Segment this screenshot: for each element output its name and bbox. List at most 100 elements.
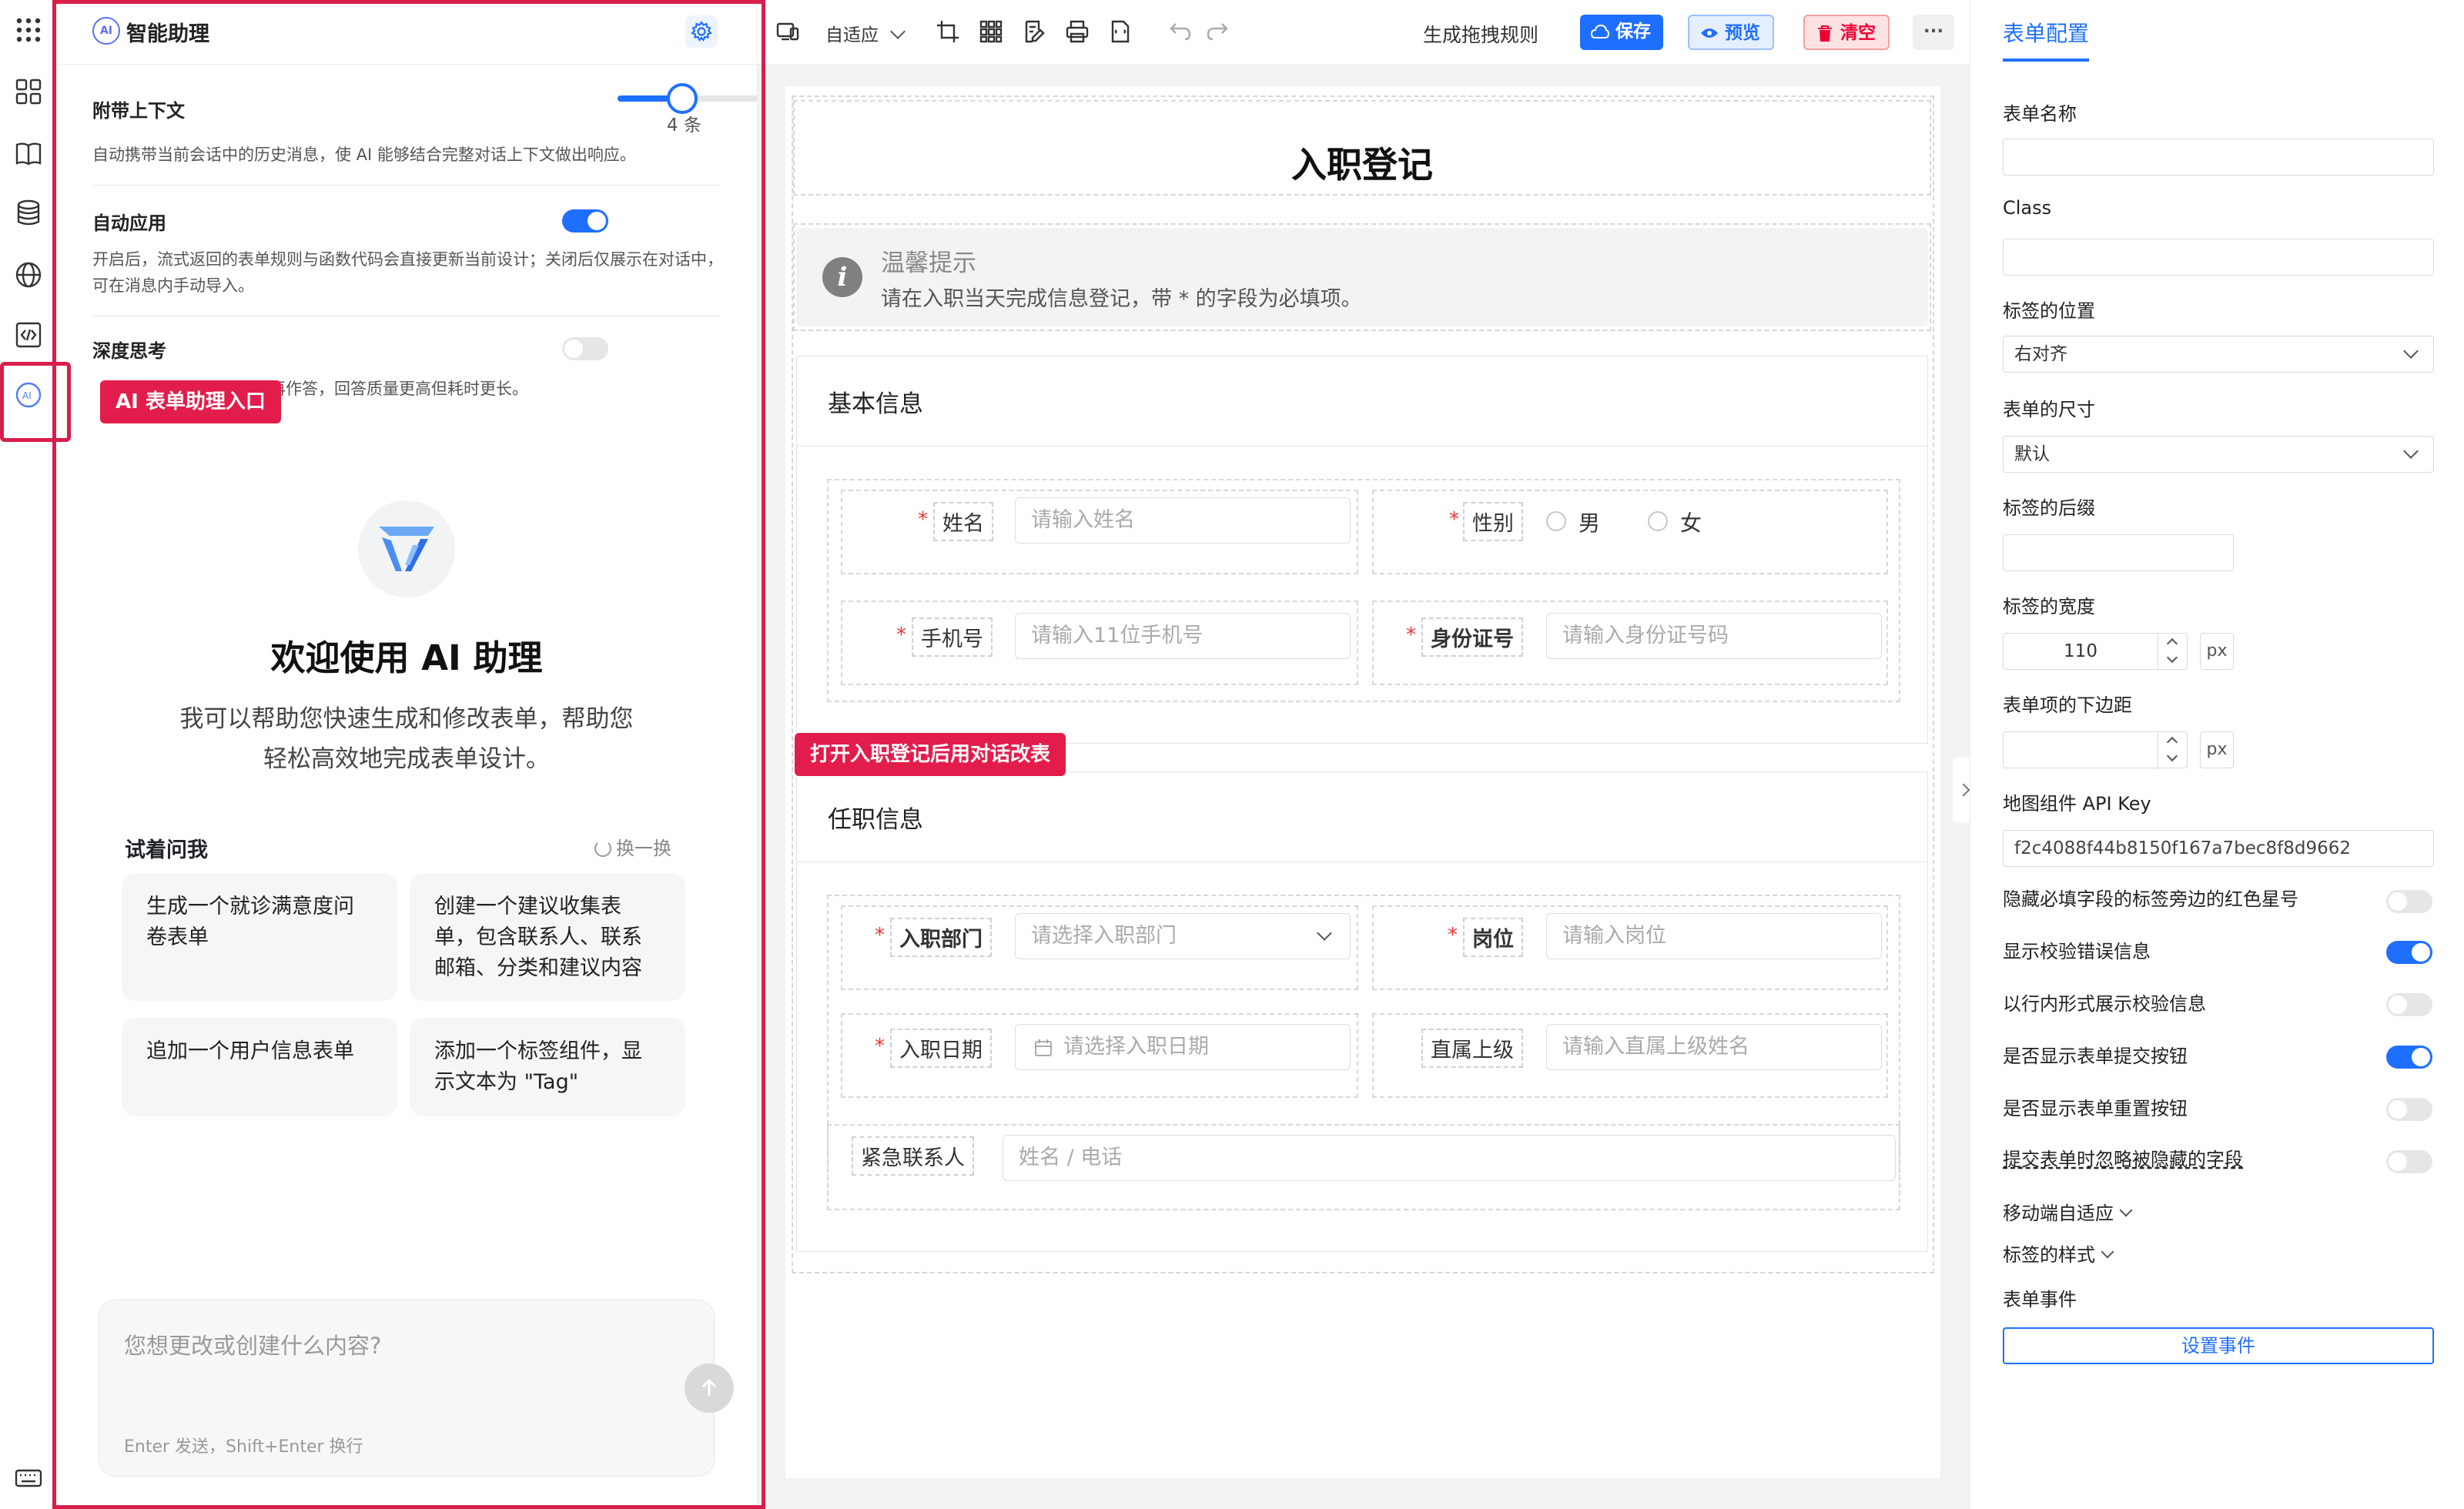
ignore-hidden-toggle[interactable] (2386, 1150, 2432, 1173)
clear-button[interactable]: 清空 (1803, 15, 1890, 50)
grid-dots-icon[interactable] (14, 15, 43, 45)
post-label: 岗位 (1463, 918, 1523, 957)
suggestion-card[interactable]: 创建一个建议收集表单，包含联系人、联系邮箱、分类和建议内容 (410, 873, 685, 1001)
keyboard-icon[interactable] (14, 1463, 43, 1492)
date-picker[interactable]: 请选择入职日期 (1015, 1024, 1351, 1070)
hide-required-star-toggle[interactable] (2386, 890, 2432, 913)
set-events-button[interactable]: 设置事件 (2003, 1327, 2434, 1364)
arrow-up-icon (701, 1378, 717, 1396)
import-json-icon[interactable] (1106, 17, 1135, 46)
class-input[interactable] (2003, 239, 2434, 276)
show-submit-toggle[interactable] (2386, 1046, 2432, 1069)
chevron-down-icon (2166, 750, 2178, 762)
item-margin-input[interactable] (2003, 731, 2188, 769)
form-name-input[interactable] (2003, 139, 2434, 176)
notice-text: 请在入职当天完成信息登记，带 * 的字段为必填项。 (881, 287, 1362, 311)
mobile-adapt-collapse[interactable]: 移动端自适应 (2003, 1198, 2133, 1225)
generate-rule-link[interactable]: 生成拖拽规则 (1423, 20, 1538, 48)
post-input[interactable]: 请输入岗位 (1546, 913, 1882, 959)
crop-icon[interactable] (933, 17, 962, 46)
code-icon[interactable] (14, 320, 43, 350)
refresh-label: 换一换 (616, 838, 671, 859)
send-button[interactable] (685, 1363, 734, 1413)
show-validation-toggle[interactable] (2386, 941, 2432, 964)
ai-assistant-panel: AI 智能助理 附带上下文 4 条 自动携带当前会话中的历史消息，使 AI 能够… (55, 0, 779, 1509)
clear-label: 清空 (1840, 23, 1876, 43)
label-style-label: 标签的样式 (2003, 1244, 2095, 1266)
grid-icon[interactable] (976, 17, 1006, 46)
gender-radio-male[interactable] (1546, 511, 1566, 531)
preview-button[interactable]: 预览 (1688, 15, 1774, 50)
toggle-label: 是否显示表单重置按钮 (2003, 1098, 2188, 1119)
book-icon[interactable] (14, 139, 43, 168)
chevron-up-icon (2166, 736, 2178, 748)
context-label: 附带上下文 (92, 100, 185, 122)
label-suffix-input[interactable] (2003, 534, 2234, 571)
show-reset-toggle[interactable] (2386, 1098, 2432, 1121)
manager-label: 直属上级 (1421, 1029, 1523, 1068)
save-button[interactable]: 保存 (1580, 15, 1663, 50)
label-position-select[interactable]: 右对齐 (2003, 336, 2434, 373)
map-key-input[interactable]: f2c4088f44b8150f167a7bec8f8d9662 (2003, 830, 2434, 867)
section-title: 基本信息 (828, 390, 923, 418)
stepper[interactable] (2158, 732, 2187, 769)
phone-input[interactable]: 请输入11位手机号 (1015, 613, 1351, 659)
label-width-input[interactable]: 110 (2003, 633, 2188, 671)
refresh-suggestions-button[interactable]: 换一换 (594, 833, 671, 860)
suggestions-label: 试着问我 (125, 838, 208, 862)
device-icon[interactable] (773, 17, 802, 46)
deep-think-toggle[interactable] (562, 337, 608, 360)
globe-icon[interactable] (14, 260, 43, 289)
divider (797, 446, 1927, 447)
context-slider-handle[interactable] (667, 83, 698, 114)
redo-icon[interactable] (1203, 17, 1232, 46)
undo-icon[interactable] (1166, 17, 1195, 46)
dept-select[interactable]: 请选择入职部门 (1015, 913, 1351, 959)
required-star: * (1406, 624, 1416, 647)
settings-button[interactable] (685, 15, 718, 48)
chevron-down-icon (890, 24, 906, 39)
context-slider[interactable] (618, 83, 779, 114)
database-icon[interactable] (14, 199, 43, 228)
adaptive-label: 自适应 (825, 25, 879, 45)
manager-input[interactable]: 请输入直属上级姓名 (1546, 1024, 1882, 1070)
icon-rail: AI (0, 0, 55, 1509)
edit-document-icon[interactable] (1019, 17, 1049, 46)
toggle-label: 提交表单时忽略被隐藏的字段 (2003, 1149, 2243, 1170)
section-title: 任职信息 (828, 806, 923, 834)
label-position-value: 右对齐 (2014, 344, 2067, 364)
adaptive-select[interactable]: 自适应 (825, 20, 906, 46)
tab-form-config[interactable]: 表单配置 (2003, 17, 2089, 48)
annotation-callout: 打开入职登记后用对话改表 (795, 733, 1066, 776)
gender-radio-female[interactable] (1648, 511, 1668, 531)
suggestion-card[interactable]: 追加一个用户信息表单 (122, 1018, 397, 1116)
name-input[interactable]: 请输入姓名 (1015, 497, 1351, 544)
auto-apply-label: 自动应用 (92, 212, 166, 234)
chat-input[interactable]: 您想更改或创建什么内容? Enter 发送，Shift+Enter 换行 (99, 1300, 734, 1477)
apps-icon[interactable] (14, 77, 43, 106)
form-size-select[interactable]: 默认 (2003, 436, 2434, 473)
print-icon[interactable] (1063, 17, 1092, 46)
eye-icon (1701, 28, 1718, 38)
label-style-collapse[interactable]: 标签的样式 (2003, 1240, 2114, 1266)
required-star: * (896, 624, 906, 647)
chevron-down-icon (2166, 651, 2178, 664)
form-name-label: 表单名称 (2003, 103, 2077, 125)
chevron-down-icon (2403, 443, 2419, 459)
more-button[interactable]: ··· (1913, 15, 1954, 50)
auto-apply-description: 开启后，流式返回的表单规则与函数代码会直接更新当前设计；关闭后仅展示在对话中，可… (92, 250, 723, 295)
field-gender-wrapper[interactable] (1372, 490, 1888, 574)
suggestion-card[interactable]: 生成一个就诊满意度问卷表单 (122, 873, 397, 1001)
stepper[interactable] (2158, 634, 2187, 671)
suggestion-card[interactable]: 添加一个标签组件，显示文本为 "Tag" (410, 1018, 685, 1116)
gear-icon (691, 21, 712, 42)
emergency-input[interactable]: 姓名 / 电话 (1003, 1135, 1896, 1181)
form-size-label: 表单的尺寸 (2003, 399, 2095, 420)
inline-validation-toggle[interactable] (2386, 993, 2432, 1016)
welcome-subtitle: 我可以帮助您快速生成和修改表单，帮助您轻松高效地完成表单设计。 (179, 705, 634, 773)
map-key-label: 地图组件 API Key (2003, 793, 2151, 815)
required-star: * (918, 508, 928, 531)
idcard-input[interactable]: 请输入身份证号码 (1546, 613, 1882, 659)
ai-icon[interactable]: AI (14, 380, 43, 410)
auto-apply-toggle[interactable] (562, 209, 608, 233)
